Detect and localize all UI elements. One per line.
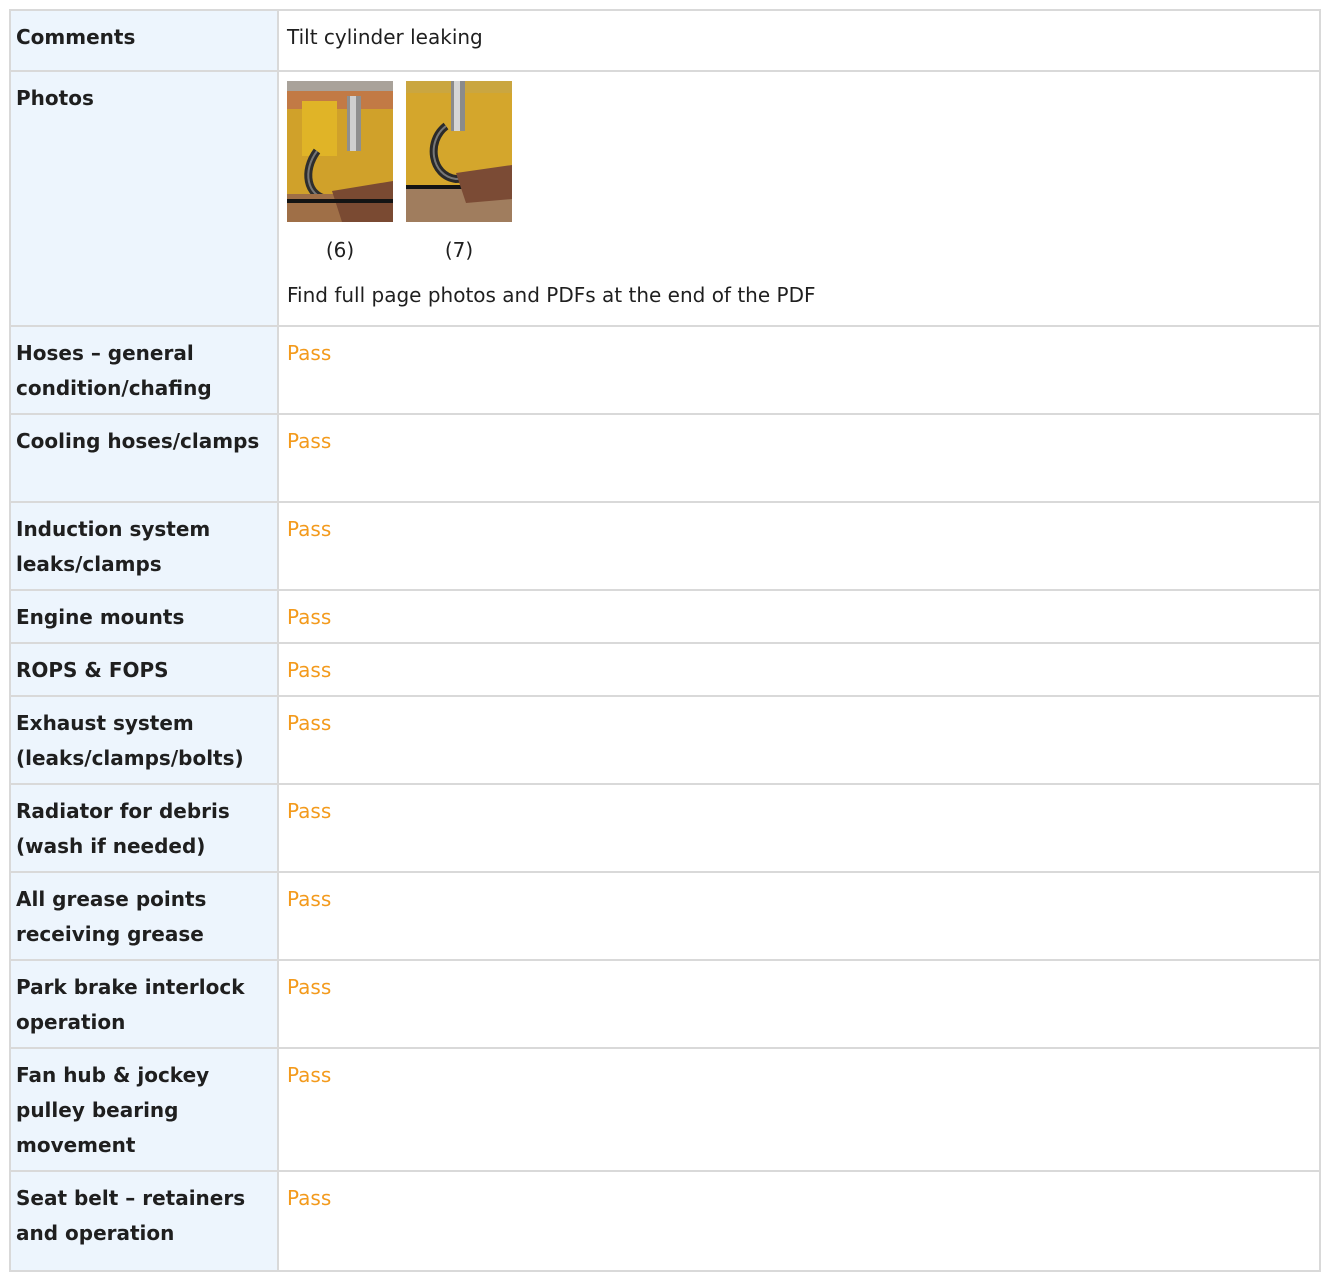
status-value: Pass	[287, 975, 332, 999]
photo-thumbnail[interactable]	[406, 81, 512, 222]
photo-thumbnail[interactable]	[287, 81, 393, 222]
status-value: Pass	[287, 658, 332, 682]
row-label-cell: ROPS & FOPS	[9, 642, 279, 697]
table-row: Comments Tilt cylinder leaking	[9, 9, 1321, 72]
row-label: Comments	[16, 25, 136, 49]
photos-cell: (6) (7) Find full page photos and PDFs a…	[277, 70, 1321, 327]
row-label-cell: Induction system leaks/clamps	[9, 501, 279, 591]
row-value-cell: Pass	[277, 1047, 1321, 1172]
table-row: Seat belt – retainers and operation Pass	[9, 1170, 1321, 1272]
table-row: Park brake interlock operation Pass	[9, 959, 1321, 1049]
status-value: Pass	[287, 887, 332, 911]
row-label: Photos	[16, 86, 94, 110]
row-label-cell: Photos	[9, 70, 279, 327]
row-value-cell: Pass	[277, 501, 1321, 591]
table-row: Engine mounts Pass	[9, 589, 1321, 644]
row-label: Induction system leaks/clamps	[16, 517, 211, 576]
row-label: Engine mounts	[16, 605, 185, 629]
row-value-cell: Pass	[277, 1170, 1321, 1272]
row-label: ROPS & FOPS	[16, 658, 169, 682]
inspection-table: Comments Tilt cylinder leaking Photos (6…	[9, 9, 1321, 1272]
table-row: Fan hub & jockey pulley bearing movement…	[9, 1047, 1321, 1172]
row-label: Fan hub & jockey pulley bearing movement	[16, 1063, 210, 1157]
status-value: Pass	[287, 799, 332, 823]
table-row: Induction system leaks/clamps Pass	[9, 501, 1321, 591]
row-label: Cooling hoses/clamps	[16, 429, 260, 453]
row-label-cell: Park brake interlock operation	[9, 959, 279, 1049]
table-row: Hoses – general condition/chafing Pass	[9, 325, 1321, 415]
row-label-cell: Hoses – general condition/chafing	[9, 325, 279, 415]
row-value-cell: Pass	[277, 589, 1321, 644]
table-row: Cooling hoses/clamps Pass	[9, 413, 1321, 503]
status-value: Pass	[287, 517, 332, 541]
photo-gallery: (6) (7)	[279, 72, 1319, 262]
table-row: Photos (6) (7) Find full page photos and…	[9, 70, 1321, 327]
row-label: Park brake interlock operation	[16, 975, 245, 1034]
row-label-cell: All grease points receiving grease	[9, 871, 279, 961]
status-value: Pass	[287, 341, 332, 365]
status-value: Pass	[287, 605, 332, 629]
row-label: All grease points receiving grease	[16, 887, 207, 946]
row-value-cell: Pass	[277, 642, 1321, 697]
row-value-cell: Pass	[277, 325, 1321, 415]
row-label: Hoses – general condition/chafing	[16, 341, 212, 400]
row-value-cell: Pass	[277, 695, 1321, 785]
row-label: Radiator for debris (wash if needed)	[16, 799, 230, 858]
row-label-cell: Radiator for debris (wash if needed)	[9, 783, 279, 873]
row-label-cell: Exhaust system (leaks/clamps/bolts)	[9, 695, 279, 785]
photo-note: Find full page photos and PDFs at the en…	[287, 283, 816, 307]
row-label-cell: Fan hub & jockey pulley bearing movement	[9, 1047, 279, 1172]
row-value-cell: Pass	[277, 783, 1321, 873]
status-value: Pass	[287, 429, 332, 453]
photo-caption: (6)	[325, 238, 355, 262]
photo-item[interactable]: (7)	[406, 81, 512, 262]
photo-caption: (7)	[444, 238, 474, 262]
table-row: All grease points receiving grease Pass	[9, 871, 1321, 961]
table-row: Radiator for debris (wash if needed) Pas…	[9, 783, 1321, 873]
comment-text: Tilt cylinder leaking	[287, 25, 483, 49]
status-value: Pass	[287, 1063, 332, 1087]
row-label: Seat belt – retainers and operation	[16, 1186, 246, 1245]
row-value-cell: Tilt cylinder leaking	[277, 9, 1321, 72]
row-value-cell: Pass	[277, 413, 1321, 503]
table-row: ROPS & FOPS Pass	[9, 642, 1321, 697]
row-value-cell: Pass	[277, 959, 1321, 1049]
row-value-cell: Pass	[277, 871, 1321, 961]
row-label-cell: Comments	[9, 9, 279, 72]
table-row: Exhaust system (leaks/clamps/bolts) Pass	[9, 695, 1321, 785]
row-label-cell: Seat belt – retainers and operation	[9, 1170, 279, 1272]
status-value: Pass	[287, 711, 332, 735]
row-label: Exhaust system (leaks/clamps/bolts)	[16, 711, 244, 770]
status-value: Pass	[287, 1186, 332, 1210]
row-label-cell: Engine mounts	[9, 589, 279, 644]
row-label-cell: Cooling hoses/clamps	[9, 413, 279, 503]
photo-item[interactable]: (6)	[287, 81, 393, 262]
